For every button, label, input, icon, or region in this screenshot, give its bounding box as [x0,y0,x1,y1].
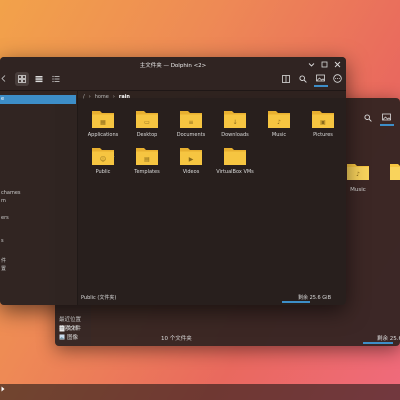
chevron-right-icon: › [88,94,91,100]
svg-text:♪: ♪ [277,119,281,126]
sidebar-item[interactable]: 件 [1,257,6,264]
sidebar-item-label: e [1,96,5,102]
folder-item[interactable]: ↓ Downloads [212,109,258,138]
more-menu-icon[interactable] [333,74,342,83]
search-icon[interactable] [299,75,307,83]
sidebar-item-documents[interactable]: 文档 [59,324,78,332]
document-icon [59,325,65,331]
breadcrumb: / › home › rain [83,94,130,100]
sidebar-item[interactable]: chames [1,190,21,196]
folder-label: Downloads [221,132,249,138]
image-preview-icon[interactable] [382,113,391,122]
breadcrumb-item-home[interactable]: home [95,94,109,100]
folder-none-icon [224,148,246,165]
svg-text:↓: ↓ [232,119,237,126]
status-free-space: 剩余 25.6 GiB [298,295,332,301]
breadcrumb-root[interactable]: / [83,94,85,100]
taskbar [0,384,400,400]
folder-label: Music [350,187,366,193]
folder-label: Documents [176,132,206,138]
image-preview-icon[interactable] [316,74,325,83]
folder-item[interactable]: ▭ Desktop [124,109,170,138]
back-arrow-icon[interactable] [1,75,6,82]
dolphin-window[interactable]: 主文件夹 — Dolphin <2> e chames m ers s 件 置 … [0,57,346,305]
chevron-right-icon: › [112,94,115,100]
sidebar-item[interactable]: ers [1,215,9,221]
maximize-icon[interactable] [321,61,328,68]
minimize-icon[interactable] [308,61,315,68]
sidebar-item-images[interactable]: 图像 [59,333,78,341]
svg-text:▭: ▭ [144,119,150,126]
folder-music-icon: ♪ [347,164,369,180]
details-list-icon [52,75,60,83]
folder-label: Public [95,169,111,175]
sidebar-item[interactable]: s [1,238,4,244]
svg-text:▶: ▶ [189,156,194,163]
folder-label: Templates [134,169,160,175]
folder-label: Videos [182,169,200,175]
folder-item[interactable]: VirtualBox VMs [212,146,258,175]
folder-item[interactable]: ▦ Applications [80,109,126,138]
sidebar-item-label: 图像 [67,335,79,341]
active-toggle-indicator [314,85,328,87]
svg-text:▤: ▤ [144,156,150,163]
sidebar-item-selected[interactable]: e [0,95,76,104]
folder-docs-icon: ≡ [180,111,202,128]
search-icon[interactable] [364,114,372,122]
active-toggle-indicator [380,124,394,126]
arrow-icon[interactable] [1,386,5,392]
folder-item[interactable]: ♪ Music [256,109,302,138]
folder-download-icon: ↓ [224,111,246,128]
folder-item[interactable]: ▤ Templates [124,146,170,175]
places-sidebar: e chames m ers s 件 置 [0,91,78,305]
window-title: 主文件夹 — Dolphin <2> [139,63,207,69]
sidebar-item[interactable]: m [1,198,6,204]
compact-list-icon [35,76,43,83]
sidebar-item[interactable]: 置 [1,265,6,272]
folder-item[interactable]: ☺ Public [80,146,126,175]
free-space-bar [282,301,310,303]
sidebar-item-label: 文档 [67,326,79,332]
folder-label: Desktop [136,132,158,138]
image-icon [59,334,65,340]
svg-text:♪: ♪ [356,171,360,178]
close-icon[interactable] [334,61,341,68]
breadcrumb-item-current[interactable]: rain [119,94,130,100]
folder-item[interactable]: ▣ Pictures [300,109,346,138]
folder-music-icon: ♪ [268,111,290,128]
svg-text:☺: ☺ [100,156,106,163]
free-space-bar [363,342,393,344]
svg-text:▦: ▦ [100,119,106,126]
svg-text:≡: ≡ [188,119,193,126]
split-view-icon[interactable] [282,75,290,83]
folder-pictures-icon: ▣ [312,111,334,128]
back-folder-music[interactable]: ♪ Music [346,161,370,193]
status-free-space: 剩余 25.6 [377,336,400,342]
view-compact-button[interactable] [32,72,46,86]
folder-label: Music [271,132,287,138]
folder-label: Applications [87,132,119,138]
folder-label: VirtualBox VMs [216,169,254,175]
status-selection: Public (文件夹) [81,295,117,301]
folder-icon [390,164,400,180]
folder-item[interactable]: ≡ Documents [168,109,214,138]
back-folder-partial[interactable] [389,161,400,185]
folder-videos-icon: ▶ [180,148,202,165]
status-folder-count: 10 个文件夹 [161,336,192,342]
grid-icon [18,75,26,83]
svg-text:▣: ▣ [320,119,326,126]
view-details-button[interactable] [49,72,63,86]
folder-item[interactable]: ▶ Videos [168,146,214,175]
folder-desktop-icon: ▭ [136,111,158,128]
folder-public-icon: ☺ [92,148,114,165]
folder-apps-icon: ▦ [92,111,114,128]
folder-templates-icon: ▤ [136,148,158,165]
folder-label: Pictures [313,132,333,138]
view-icons-button[interactable] [15,72,29,86]
